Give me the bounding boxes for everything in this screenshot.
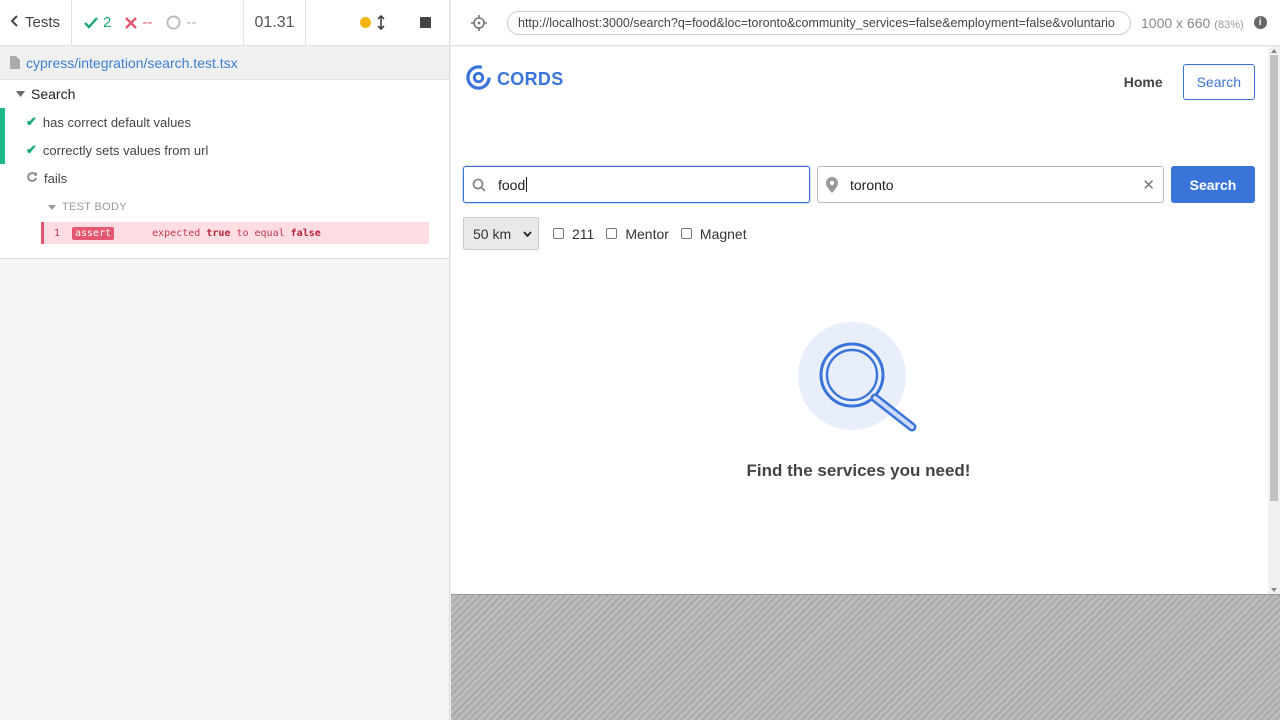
refresh-icon [26, 171, 38, 186]
selector-playground-button[interactable] [451, 14, 507, 31]
scrollbar-thumb[interactable] [1270, 55, 1278, 501]
command-assert-row[interactable]: 1 assert expected true to equal false [41, 222, 429, 244]
check-icon [84, 16, 98, 29]
checkbox-211[interactable] [553, 228, 564, 239]
arrows-vertical-icon [377, 15, 385, 30]
x-icon [125, 16, 138, 29]
location-value: toronto [850, 176, 894, 193]
test-body-header[interactable]: TEST BODY [0, 192, 449, 222]
circle-notch-icon [166, 15, 181, 30]
file-icon [10, 56, 20, 69]
suite-title: Search [31, 86, 76, 102]
checkbox-label-magnet: Magnet [699, 225, 747, 242]
test-stats: 2 -- -- [72, 0, 244, 45]
aut-header: http://localhost:3000/search?q=food&loc=… [451, 0, 1280, 46]
checkbox-mentor[interactable] [606, 228, 618, 239]
caret-down-icon [48, 204, 56, 210]
runner-header: Tests 2 -- -- 01.31 [0, 0, 449, 46]
test-title: correctly sets values from url [42, 142, 209, 158]
check-icon: ✔ [26, 142, 37, 157]
command-number: 1 [54, 227, 61, 239]
cords-logo[interactable]: CORDS [466, 65, 564, 90]
spec-file-link[interactable]: cypress/integration/search.test.tsx [26, 55, 238, 71]
msg-expected: expected [152, 227, 201, 239]
test-item[interactable]: fails [0, 164, 449, 192]
auto-scroll-toggle[interactable] [360, 15, 385, 30]
command-message: expected true to equal false [152, 228, 321, 239]
viewport-info: 1000 x 660 (83%) [1141, 15, 1244, 31]
running-indicator-icon [360, 17, 371, 28]
test-runner-panel: Tests 2 -- -- 01.31 cypress/integration/… [0, 0, 450, 720]
empty-state-message: Find the services you need! [746, 461, 971, 480]
text-caret [526, 177, 528, 192]
caret-down-icon [16, 91, 25, 97]
checkbox-label-211: 211 [572, 225, 595, 242]
chevron-down-icon [523, 230, 532, 237]
test-item[interactable]: ✔ has correct default values [0, 108, 449, 136]
app-iframe: CORDS Home Search food toronto ✕ Search … [451, 47, 1280, 594]
search-bar: food toronto ✕ Search [463, 166, 1255, 203]
scroll-up-icon[interactable] [1271, 49, 1277, 53]
passed-value: 2 [103, 14, 112, 31]
back-to-tests-button[interactable]: Tests [0, 0, 72, 45]
back-label: Tests [24, 14, 60, 31]
failed-value: -- [142, 14, 153, 31]
stop-icon[interactable] [420, 17, 431, 28]
distance-value: 50 km [473, 225, 512, 242]
distance-select[interactable]: 50 km [463, 217, 539, 250]
app-scrollbar[interactable] [1268, 47, 1280, 594]
viewport-zoom: (83%) [1214, 18, 1244, 31]
test-title: has correct default values [42, 114, 192, 130]
msg-false: false [290, 227, 321, 239]
search-submit-button[interactable]: Search [1171, 166, 1255, 203]
map-pin-icon [826, 176, 838, 193]
msg-true: true [206, 227, 231, 239]
failed-count: -- [125, 14, 152, 31]
spec-file-bar: cypress/integration/search.test.tsx [0, 46, 449, 80]
pending-value: -- [186, 14, 197, 31]
test-title: fails [44, 170, 68, 186]
duration: 01.31 [244, 0, 306, 45]
scroll-down-icon[interactable] [1271, 588, 1277, 592]
filter-row: 50 km 211 Mentor Magnet [463, 217, 755, 250]
suite-search[interactable]: Search [0, 80, 449, 108]
logo-text: CORDS [497, 69, 564, 89]
search-icon [472, 178, 486, 192]
crosshair-icon [471, 14, 487, 31]
checkbox-label-mentor: Mentor [625, 225, 669, 242]
check-icon: ✔ [26, 114, 37, 129]
app-under-test-panel: http://localhost:3000/search?q=food&loc=… [451, 0, 1280, 720]
command-name-badge: assert [72, 226, 115, 240]
pending-count: -- [166, 14, 196, 31]
top-nav: Home Search [1124, 64, 1255, 100]
test-item[interactable]: ✔ correctly sets values from url [0, 136, 449, 164]
passed-count: 2 [84, 14, 111, 31]
checkbox-magnet[interactable] [680, 228, 692, 239]
location-input[interactable]: toronto ✕ [817, 166, 1164, 203]
test-tree: Search ✔ has correct default values ✔ co… [0, 80, 449, 259]
query-value: food [498, 176, 526, 193]
magnifier-illustration-icon [797, 321, 921, 438]
query-input[interactable]: food [463, 166, 810, 203]
viewport-size: 1000 x 660 [1141, 14, 1211, 31]
info-icon[interactable]: i [1253, 16, 1267, 29]
nav-home-link[interactable]: Home [1124, 74, 1163, 90]
runner-controls [306, 0, 449, 45]
test-body-label: TEST BODY [62, 201, 127, 213]
aut-url-field[interactable]: http://localhost:3000/search?q=food&loc=… [507, 10, 1131, 35]
msg-to-equal: to equal [236, 227, 285, 239]
nav-search-button[interactable]: Search [1182, 64, 1255, 100]
clear-location-icon[interactable]: ✕ [1142, 176, 1155, 194]
chevron-left-icon [10, 14, 19, 31]
viewport-background [451, 594, 1280, 720]
cords-logo-icon [466, 65, 491, 90]
